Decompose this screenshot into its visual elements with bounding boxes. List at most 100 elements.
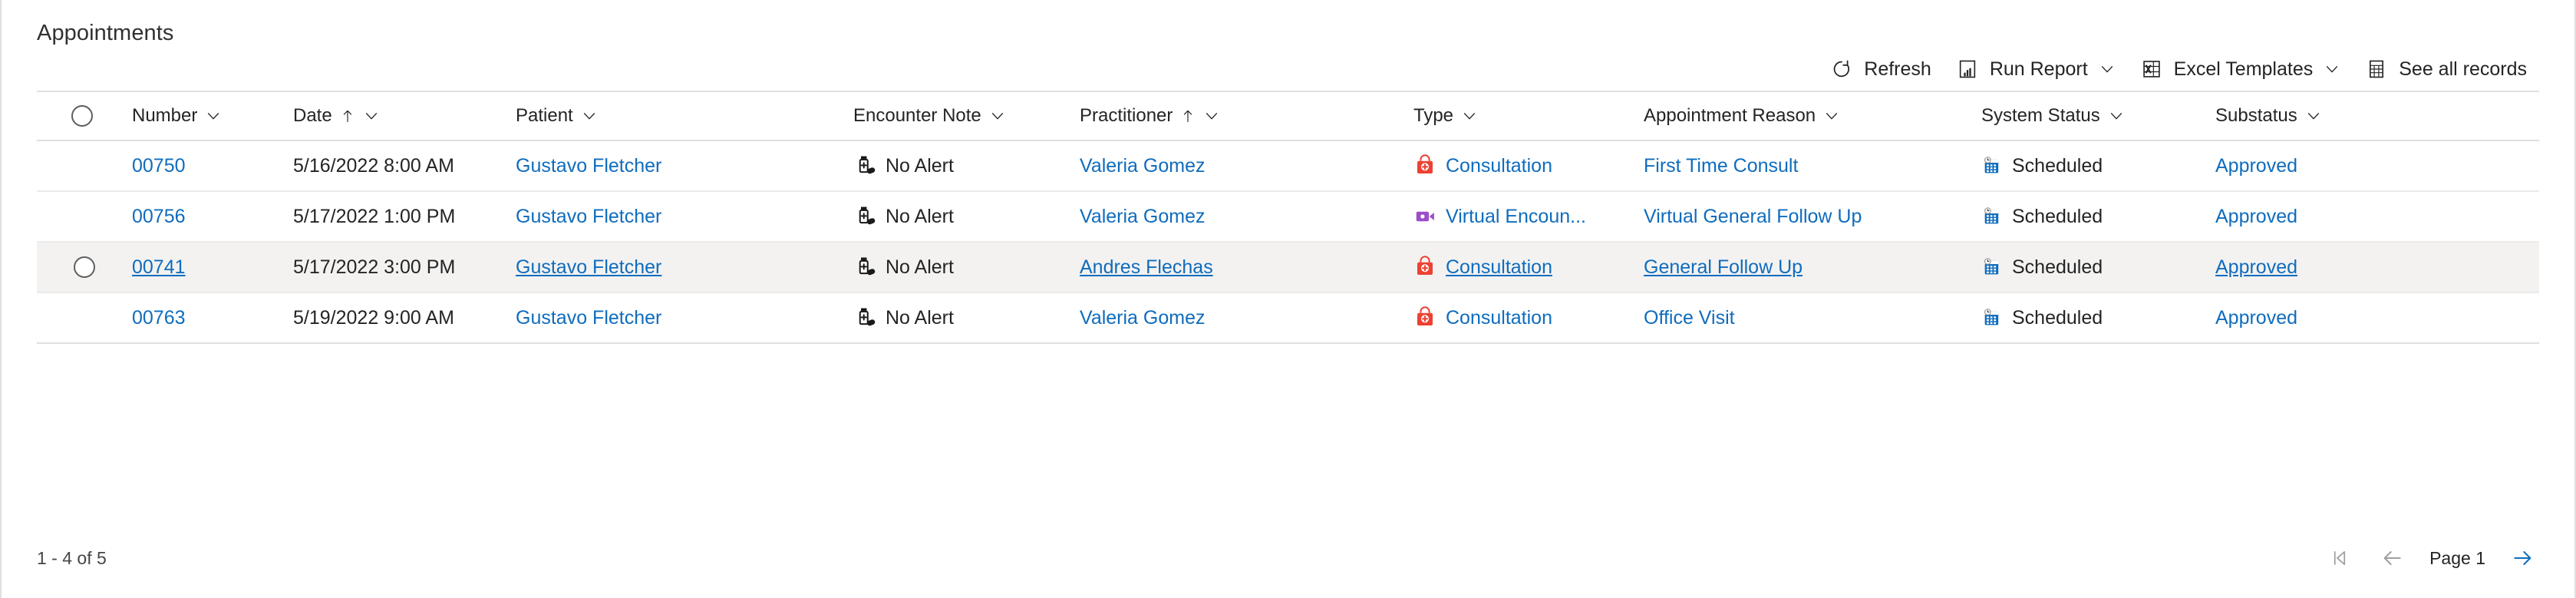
run-report-button[interactable]: Run Report [1944,48,2128,91]
patient-text[interactable]: Gustavo Fletcher [516,307,661,329]
table-body: 00750 5/16/2022 8:00 AM Gustavo Fletcher No… [37,140,2539,344]
row-select-cell[interactable] [37,191,127,243]
cell-patient[interactable]: Gustavo Fletcher [511,191,849,243]
column-header-inner[interactable]: Patient [511,92,849,140]
column-header-inner[interactable]: Practitioner [1075,92,1409,140]
practitioner-text[interactable]: Valeria Gomez [1080,307,1206,329]
table-row[interactable]: 00763 5/19/2022 9:00 AM Gustavo Fletcher No… [37,292,2539,344]
cell-reason[interactable]: First Time Consult [1639,140,1977,192]
table-row[interactable]: 00750 5/16/2022 8:00 AM Gustavo Fletcher No… [37,140,2539,192]
cell-reason[interactable]: Office Visit [1639,292,1977,344]
column-header-pract[interactable]: Practitioner [1075,91,1409,141]
column-header-status[interactable]: System Status [1977,91,2211,141]
reason-text[interactable]: Office Visit [1644,307,1735,329]
column-header-number[interactable]: Number [127,91,289,141]
row-select-cell[interactable] [37,140,127,192]
chevron-down-icon[interactable] [989,107,1006,124]
number-text[interactable]: 00756 [132,206,186,228]
chevron-down-icon[interactable] [2099,61,2116,78]
table-row[interactable]: 00741 5/17/2022 3:00 PM Gustavo Fletcher No… [37,242,2539,293]
type-text[interactable]: Consultation [1446,307,1552,329]
column-header-type[interactable]: Type [1409,91,1639,141]
reason-text[interactable]: Virtual General Follow Up [1644,206,1862,228]
row-select-cell[interactable] [37,242,127,293]
type-text[interactable]: Virtual Encoun... [1446,206,1586,228]
refresh-button[interactable]: Refresh [1818,48,1944,91]
cell-type[interactable]: Consultation [1409,242,1639,293]
column-header-inner[interactable]: Number [127,92,289,140]
substatus-text[interactable]: Approved [2215,206,2297,228]
column-header-reason[interactable]: Appointment Reason [1639,91,1977,141]
chevron-down-icon[interactable] [1823,107,1840,124]
type-text[interactable]: Consultation [1446,256,1552,279]
cell-type[interactable]: Consultation [1409,292,1639,344]
cell-number[interactable]: 00750 [127,140,289,192]
patient-text[interactable]: Gustavo Fletcher [516,256,661,279]
type-text[interactable]: Consultation [1446,155,1552,177]
practitioner-text[interactable]: Valeria Gomez [1080,206,1206,228]
cell-practitioner[interactable]: Valeria Gomez [1075,140,1409,192]
cell-number[interactable]: 00763 [127,292,289,344]
cell-practitioner[interactable]: Valeria Gomez [1075,292,1409,344]
reason-text[interactable]: First Time Consult [1644,155,1798,177]
column-header-inner[interactable]: Date [289,92,511,140]
number-text[interactable]: 00750 [132,155,186,177]
cell-type[interactable]: Virtual Encoun... [1409,191,1639,243]
cell-number[interactable]: 00756 [127,191,289,243]
column-header-substatus[interactable]: Substatus [2211,91,2539,141]
chevron-down-icon[interactable] [363,107,380,124]
cell-reason[interactable]: General Follow Up [1639,242,1977,293]
cell-patient[interactable]: Gustavo Fletcher [511,292,849,344]
medicine-bottle-icon [853,306,876,329]
chevron-down-icon[interactable] [2108,107,2125,124]
number-text[interactable]: 00741 [132,256,186,279]
row-checkbox[interactable] [74,256,95,278]
practitioner-text[interactable]: Valeria Gomez [1080,155,1206,177]
cell-substatus[interactable]: Approved [2211,191,2539,243]
reason-text[interactable]: General Follow Up [1644,256,1803,279]
patient-text[interactable]: Gustavo Fletcher [516,206,661,228]
column-header-inner[interactable]: Substatus [2211,92,2539,140]
previous-page-button[interactable] [2376,542,2408,574]
column-header-patient[interactable]: Patient [511,91,849,141]
chevron-down-icon[interactable] [2324,61,2340,78]
next-page-button[interactable] [2507,542,2539,574]
cell-date: 5/17/2022 1:00 PM [289,191,511,243]
cell-type[interactable]: Consultation [1409,140,1639,192]
see-all-records-button[interactable]: See all records [2353,48,2539,91]
chevron-down-icon[interactable] [581,107,598,124]
first-page-button[interactable] [2324,542,2356,574]
substatus-text[interactable]: Approved [2215,256,2297,279]
chevron-down-icon[interactable] [2305,107,2322,124]
substatus-text[interactable]: Approved [2215,307,2297,329]
chevron-down-icon[interactable] [1203,107,1220,124]
column-header-date[interactable]: Date [289,91,511,141]
column-header-inner[interactable]: Appointment Reason [1639,92,1977,140]
column-header-inner[interactable]: Encounter Note [849,92,1075,140]
column-header-label: Substatus [2215,105,2297,126]
cell-substatus[interactable]: Approved [2211,292,2539,344]
cell-patient[interactable]: Gustavo Fletcher [511,140,849,192]
practitioner-text[interactable]: Andres Flechas [1080,256,1213,279]
cell-reason[interactable]: Virtual General Follow Up [1639,191,1977,243]
column-header-note[interactable]: Encounter Note [849,91,1075,141]
chevron-down-icon[interactable] [205,107,222,124]
cell-patient[interactable]: Gustavo Fletcher [511,242,849,293]
cell-practitioner[interactable]: Andres Flechas [1075,242,1409,293]
calendar-clock-icon [1981,155,2003,177]
cell-practitioner[interactable]: Valeria Gomez [1075,191,1409,243]
excel-templates-button[interactable]: Excel Templates [2128,48,2353,91]
patient-text[interactable]: Gustavo Fletcher [516,155,661,177]
cell-substatus[interactable]: Approved [2211,140,2539,192]
column-header-label: System Status [1981,105,2100,126]
cell-number[interactable]: 00741 [127,242,289,293]
number-text[interactable]: 00763 [132,307,186,329]
chevron-down-icon[interactable] [1461,107,1478,124]
substatus-text[interactable]: Approved [2215,155,2297,177]
table-row[interactable]: 00756 5/17/2022 1:00 PM Gustavo Fletcher No… [37,191,2539,243]
column-header-inner[interactable]: Type [1409,92,1639,140]
column-header-inner[interactable]: System Status [1977,92,2211,140]
row-select-cell[interactable] [37,292,127,344]
select-all-checkbox[interactable] [71,105,93,127]
cell-substatus[interactable]: Approved [2211,242,2539,293]
